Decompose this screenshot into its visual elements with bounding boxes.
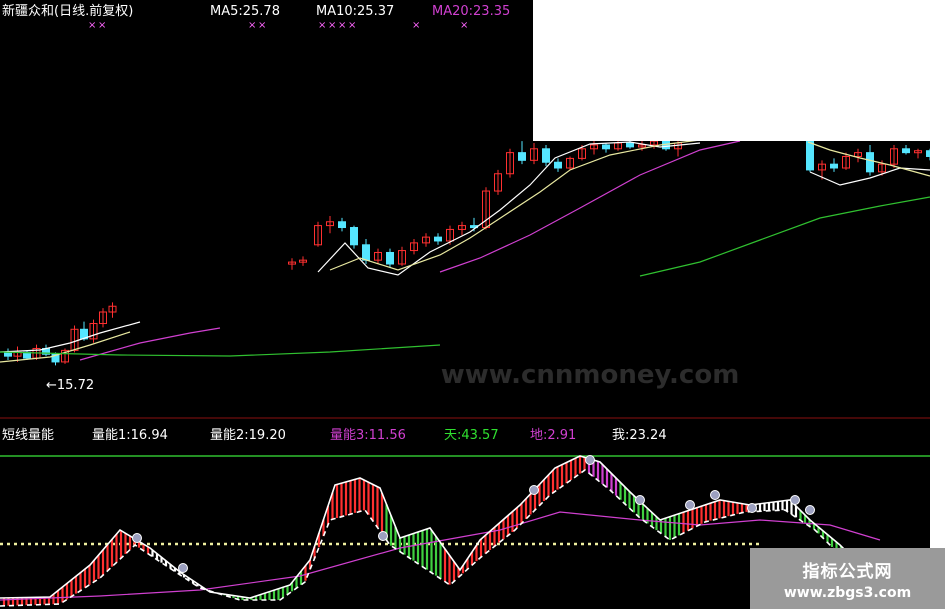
signal-mark: × [460,20,468,31]
candle-body [626,142,634,148]
signal-dot [585,455,595,465]
low-price-marker: ←15.72 [46,378,94,393]
ma5-line-segment [0,321,141,353]
indicator-label-4: 天:43.57 [444,428,499,443]
ma60-line-segment [639,196,931,277]
candle-body [4,351,12,357]
signal-dot [529,485,539,495]
indicator-label-3: 量能3:11.56 [330,428,406,443]
signal-mark: × [328,20,336,31]
signal-dot [710,490,720,500]
indicator-label-5: 地:2.91 [530,428,576,443]
candle-body [362,244,370,261]
signal-mark: × [88,20,96,31]
crop-area-top [533,0,945,141]
indicator-label-1: 量能1:16.94 [92,428,168,443]
ma10-label: MA10:25.37 [316,4,394,19]
logo-url: www.zbgs3.com [783,584,912,601]
signal-mark: × [338,20,346,31]
signal-dot [790,495,800,505]
indicator-label-6: 我:23.24 [612,428,667,443]
logo-title: 指标公式网 [802,561,893,582]
candle-body [866,152,874,173]
crop-area-right [930,141,945,548]
signal-dot [685,500,695,510]
signal-mark: × [248,20,256,31]
indicator-title: 短线量能 [2,428,54,443]
signal-mark: × [412,20,420,31]
candlestick-series [4,135,934,366]
indicator-label-2: 量能2:19.20 [210,428,286,443]
signal-mark: × [348,20,356,31]
stock-title: 新疆众和(日线.前复权) [2,3,133,19]
ma10-line-segment [329,139,701,271]
ma5-line-segment [317,141,701,276]
watermark-text: www.cnnmoney.com [441,360,740,390]
candle-body [554,161,562,169]
candle-body [434,236,442,242]
candle-body [542,148,550,163]
candle-body [386,251,394,265]
signal-mark: × [258,20,266,31]
signal-dot [635,495,645,505]
chart-window: www.cnnmoney.com ←15.72 新疆众和(日线.前复权) MA5… [0,0,945,609]
signal-dot [805,505,815,515]
candle-body [830,163,838,169]
candle-body [518,152,526,161]
candle-body [602,144,610,150]
candle-body [350,227,358,246]
ma20-label: MA20:23.35 [432,4,510,19]
signal-dot [378,531,388,541]
signal-mark: × [98,20,106,31]
ma20-line-segment [439,140,741,273]
candle-body [338,221,346,229]
signal-mark: × [318,20,326,31]
signal-marks: × × × × × × × × × × [88,20,468,31]
moving-average-lines [0,139,931,363]
signal-dot [747,503,757,513]
site-logo: 指标公式网 www.zbgs3.com [750,548,945,609]
candle-body [902,148,910,154]
signal-dot [132,533,142,543]
ma5-label: MA5:25.78 [210,4,280,19]
signal-dot [178,563,188,573]
